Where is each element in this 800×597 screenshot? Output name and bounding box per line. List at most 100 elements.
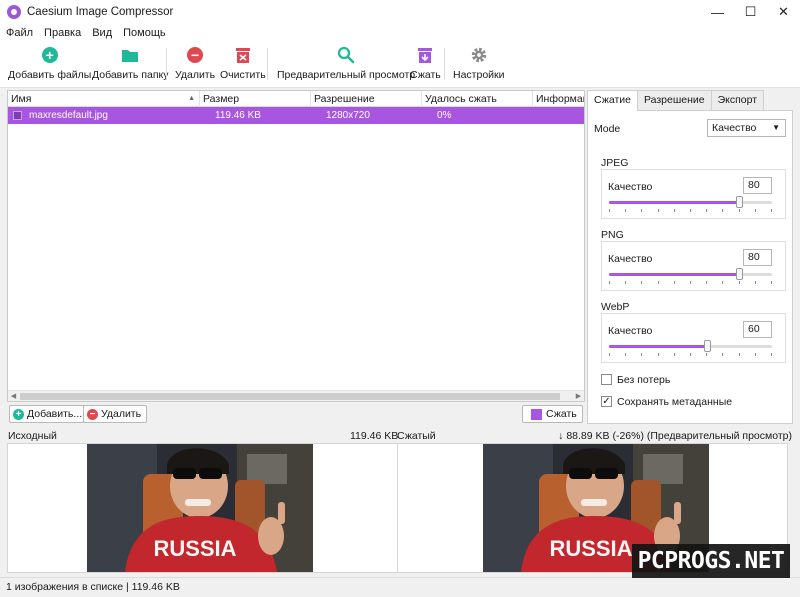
slider-tick	[771, 353, 772, 356]
tab-resolution[interactable]: Разрешение	[636, 90, 712, 110]
title-bar: Caesium Image Compressor — ☐ ✕	[0, 0, 800, 24]
png-quality-input[interactable]: 80	[743, 249, 772, 266]
slider-tick	[625, 353, 626, 356]
slider-handle[interactable]	[736, 268, 744, 280]
menu-file[interactable]: Файл	[6, 27, 33, 39]
tab-compression[interactable]: Сжатие	[587, 90, 638, 111]
list-remove-button[interactable]: − Удалить	[83, 405, 148, 423]
sort-arrow-icon: ▲	[188, 95, 195, 102]
preview-label: Предварительный просмотр	[277, 69, 416, 81]
list-add-button[interactable]: + Добавить...	[9, 405, 89, 423]
horizontal-scrollbar[interactable]: ◀ ▶	[8, 390, 584, 401]
column-resolution[interactable]: Разрешение	[311, 91, 422, 107]
slider-ticks	[609, 353, 772, 357]
file-resolution: 1280x720	[326, 110, 370, 121]
slider-ticks	[609, 209, 772, 213]
slider-tick	[739, 209, 740, 212]
slider-handle[interactable]	[703, 340, 711, 352]
slider-tick	[658, 353, 659, 356]
slider-tick	[771, 209, 772, 212]
file-size: 119.46 KB	[215, 110, 261, 121]
shirt-text: RUSSIA	[153, 536, 236, 561]
tab-export[interactable]: Экспорт	[710, 90, 765, 110]
clear-button[interactable]: Очистить	[220, 44, 266, 84]
slider-tick	[755, 281, 756, 284]
add-files-label: Добавить файлы	[8, 69, 92, 81]
mode-label: Mode	[594, 123, 621, 135]
slider-tick	[658, 281, 659, 284]
slider-ticks	[609, 281, 772, 285]
menu-help[interactable]: Помощь	[123, 27, 166, 39]
toolbar-divider	[444, 48, 445, 80]
lossless-checkbox[interactable]	[601, 374, 612, 385]
remove-icon: −	[185, 45, 205, 65]
mode-select[interactable]: Качество ▼	[707, 119, 786, 137]
jpeg-quality-label: Качество	[608, 181, 653, 193]
add-files-icon: +	[40, 45, 60, 65]
shirt-text: RUSSIA	[549, 536, 632, 561]
toolbar: + Добавить файлы Добавить папку − Удалит…	[0, 42, 800, 88]
slider-tick	[755, 209, 756, 212]
slider-tick	[722, 209, 723, 212]
settings-button[interactable]: Настройки	[453, 44, 505, 84]
file-list-header: Имя ▲ Размер Разрешение Удалось сжать Ин…	[8, 91, 584, 107]
scroll-right-icon[interactable]: ▶	[573, 391, 584, 401]
gear-icon	[469, 45, 489, 65]
webp-quality-slider[interactable]	[609, 340, 772, 352]
column-size[interactable]: Размер	[200, 91, 311, 107]
keep-metadata-checkbox[interactable]: ✓	[601, 396, 612, 407]
row-checkbox[interactable]	[13, 111, 22, 120]
close-button[interactable]: ✕	[767, 0, 800, 24]
watermark: PCPROGS.NET	[632, 544, 790, 578]
slider-tick	[641, 209, 642, 212]
list-compress-button[interactable]: Сжать	[522, 405, 583, 423]
scroll-left-icon[interactable]: ◀	[8, 391, 19, 401]
minimize-button[interactable]: —	[701, 0, 734, 24]
webp-quality-label: Качество	[608, 325, 653, 337]
menu-view[interactable]: Вид	[92, 27, 112, 39]
png-quality-slider[interactable]	[609, 268, 772, 280]
remove-button[interactable]: − Удалить	[175, 44, 215, 84]
compress-button[interactable]: Сжать	[410, 44, 441, 84]
slider-handle[interactable]	[736, 196, 744, 208]
folder-icon	[120, 45, 140, 65]
options-tabs: Сжатие Разрешение Экспорт	[587, 90, 765, 111]
slider-tick	[755, 353, 756, 356]
compress-icon	[531, 408, 542, 420]
file-list[interactable]: Имя ▲ Размер Разрешение Удалось сжать Ин…	[7, 90, 585, 402]
webp-title: WebP	[601, 301, 630, 313]
webp-quality-input[interactable]: 60	[743, 321, 772, 338]
slider-tick	[625, 281, 626, 284]
slider-tick	[609, 209, 610, 212]
file-saved: 0%	[437, 110, 452, 121]
png-title: PNG	[601, 229, 624, 241]
column-saved[interactable]: Удалось сжать	[422, 91, 533, 107]
original-preview[interactable]: RUSSIA	[7, 443, 398, 573]
compression-tab-body: Mode Качество ▼ JPEG Качество 80 PNG Каче…	[587, 110, 793, 424]
lossless-label: Без потерь	[617, 374, 671, 386]
search-icon	[336, 45, 356, 65]
column-info[interactable]: Информаци	[533, 91, 584, 107]
maximize-button[interactable]: ☐	[734, 0, 767, 24]
compress-icon	[415, 45, 435, 65]
jpeg-quality-input[interactable]: 80	[743, 177, 772, 194]
menu-edit[interactable]: Правка	[44, 27, 81, 39]
jpeg-quality-slider[interactable]	[609, 196, 772, 208]
slider-tick	[706, 353, 707, 356]
slider-tick	[609, 281, 610, 284]
slider-tick	[690, 209, 691, 212]
app-icon	[7, 5, 21, 19]
add-files-button[interactable]: + Добавить файлы	[8, 44, 91, 84]
column-name[interactable]: Имя ▲	[8, 91, 200, 107]
table-row[interactable]: maxresdefault.jpg 119.46 KB 1280x720 0%	[8, 107, 584, 124]
original-size: 119.46 KB	[350, 430, 399, 442]
scroll-thumb[interactable]	[20, 393, 560, 400]
add-folder-button[interactable]: Добавить папку	[92, 44, 169, 84]
preview-button[interactable]: Предварительный просмотр	[277, 44, 415, 84]
slider-tick	[625, 209, 626, 212]
slider-tick	[641, 281, 642, 284]
menu-bar: Файл Правка Вид Помощь	[0, 24, 800, 42]
png-group: Качество 80	[601, 241, 786, 291]
add-folder-label: Добавить папку	[92, 69, 169, 81]
original-image: RUSSIA	[87, 444, 313, 572]
